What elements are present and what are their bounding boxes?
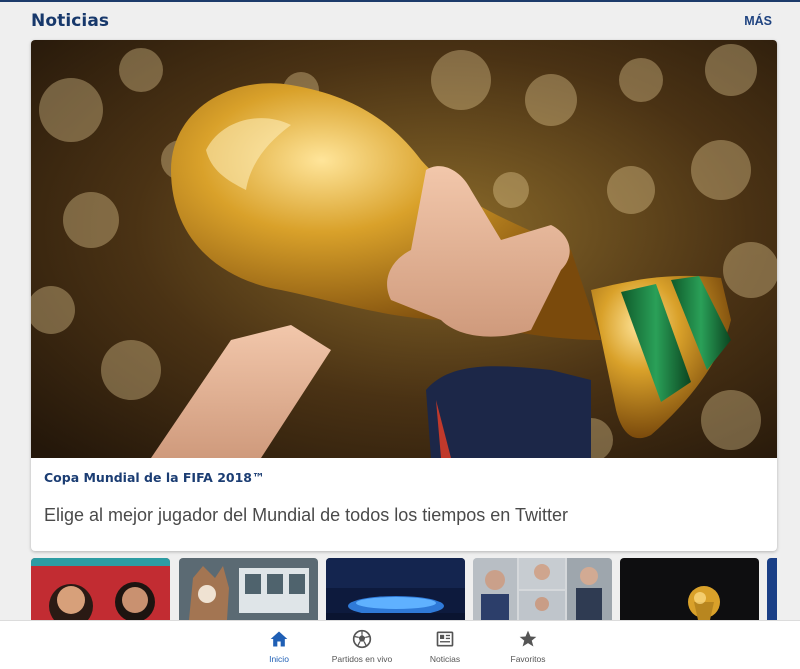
featured-image[interactable] [31,40,777,458]
nav-item-noticias[interactable]: Noticias [400,621,490,669]
nav-label-partidos: Partidos en vivo [331,654,393,664]
nav-item-partidos[interactable]: Partidos en vivo [317,621,407,669]
news-headline[interactable]: Elige al mejor jugador del Mundial de to… [44,505,568,526]
bottom-navigation: Inicio Partidos en vivo Noticias Favorit… [0,620,800,669]
news-thumbnail-trophy[interactable] [620,558,759,620]
nav-label-noticias: Noticias [429,654,461,664]
more-link[interactable]: MÁS [744,14,772,28]
nav-label-favoritos: Favoritos [510,654,546,664]
news-category-tag[interactable]: Copa Mundial de la FIFA 2018™ [44,470,265,485]
nav-item-favoritos[interactable]: Favoritos [483,621,573,669]
nav-item-inicio[interactable]: Inicio [234,621,324,669]
section-title: Noticias [31,11,110,31]
news-thumbnail-partial[interactable] [767,558,800,620]
top-accent-line [0,0,800,2]
newspaper-icon [400,629,490,651]
star-icon [483,629,573,651]
featured-news-card[interactable]: Copa Mundial de la FIFA 2018™ Elige al m… [31,40,777,551]
football-icon [317,629,407,651]
news-thumbnails-row [0,558,800,620]
news-thumbnail-stadium[interactable] [326,558,465,620]
home-icon [234,629,324,651]
news-thumbnail-coaches[interactable] [473,558,612,620]
news-thumbnail-illustration[interactable] [31,558,170,620]
nav-label-inicio: Inicio [269,654,289,664]
news-thumbnail-mascot[interactable] [179,558,318,620]
